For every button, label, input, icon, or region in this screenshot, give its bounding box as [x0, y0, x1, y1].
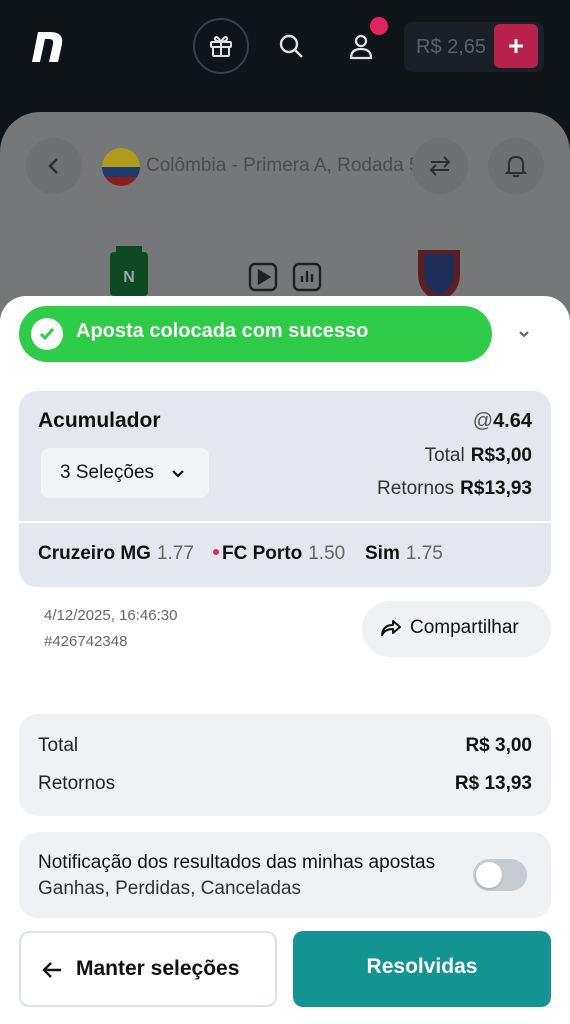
total-odds: @4.64 [473, 410, 532, 433]
bet-id: #426742348 [44, 633, 128, 650]
notification-badge [370, 17, 388, 35]
selection-name: FC Porto [222, 543, 303, 564]
chevron-left-icon [48, 158, 58, 174]
search-icon [279, 34, 303, 58]
summary-returns-label: Retornos [38, 773, 116, 794]
notification-toggle[interactable] [473, 859, 527, 891]
resolved-label: Resolvidas [366, 955, 478, 978]
selections-count: 3 Seleções [60, 462, 155, 483]
stats-icon[interactable] [292, 262, 322, 292]
summary-returns-value: R$ 13,93 [454, 773, 532, 794]
selection-name: Cruzeiro MG [38, 543, 151, 564]
svg-text:N: N [123, 269, 135, 286]
share-label: Compartilhar [410, 617, 519, 638]
returns-row: Retornos R$13,93 [377, 478, 532, 500]
notification-title: Notificação dos resultados das minhas ap… [38, 852, 436, 873]
collapse-button[interactable] [508, 318, 540, 350]
switch-match-button[interactable] [412, 138, 468, 194]
brand-logo[interactable] [28, 26, 68, 66]
selection-odd: 1.50 [308, 543, 346, 564]
selections-dropdown[interactable]: 3 Seleções [41, 448, 209, 498]
user-icon [349, 34, 373, 60]
league-title[interactable]: Colômbia - Primera A, Rodada 5 [146, 155, 420, 177]
selection-name: Sim [365, 543, 400, 564]
summary-total-label: Total [38, 735, 79, 756]
notification-subtitle: Ganhas, Perdidas, Canceladas [38, 878, 301, 899]
selection-item: Cruzeiro MG 1.77 [38, 543, 194, 565]
back-button[interactable] [26, 138, 82, 194]
stake-row: Total R$3,00 [425, 445, 532, 467]
selection-item: FC Porto 1.50 [213, 543, 345, 565]
odds-value: 4.64 [493, 410, 532, 432]
bet-timestamp: 4/12/2025, 16:46:30 [44, 607, 178, 624]
bet-receipt-sheet: Aposta colocada com sucesso Acumulador 3… [0, 296, 570, 1024]
video-icon[interactable] [248, 262, 278, 292]
stake-value: R$3,00 [470, 445, 532, 466]
balance-display[interactable]: R$ 2,65 [404, 22, 544, 72]
selection-odd: 1.77 [156, 543, 194, 564]
search-button[interactable] [263, 18, 319, 74]
result-notifications-setting: Notificação dos resultados das minhas ap… [19, 832, 551, 918]
share-icon [381, 620, 401, 636]
away-team-crest [418, 250, 460, 302]
share-button[interactable]: Compartilhar [362, 601, 551, 657]
plus-icon [509, 39, 523, 53]
success-toast: Aposta colocada com sucesso [19, 306, 492, 362]
selection-item: Sim 1.75 [365, 543, 443, 565]
returns-label: Retornos [377, 478, 455, 499]
gift-icon [210, 36, 232, 57]
toggle-knob [476, 862, 502, 888]
swap-icon [429, 156, 451, 176]
odds-prefix: @ [472, 410, 494, 432]
bet-type: Acumulador [38, 409, 161, 432]
gift-button[interactable] [193, 18, 249, 74]
home-team-crest: N [110, 246, 148, 296]
keep-selections-button[interactable]: Manter seleções [19, 931, 277, 1007]
resolved-button[interactable]: Resolvidas [293, 931, 551, 1007]
arrow-left-icon [42, 962, 61, 978]
check-circle-icon [31, 318, 63, 350]
selection-odd: 1.75 [405, 543, 443, 564]
summary-total-value: R$ 3,00 [465, 735, 532, 756]
balance-amount: R$ 2,65 [416, 36, 487, 58]
live-indicator [213, 548, 219, 555]
deposit-button[interactable] [494, 24, 538, 68]
bell-icon [505, 155, 527, 178]
top-bar: R$ 2,65 [0, 0, 570, 112]
returns-value: R$13,93 [460, 478, 532, 499]
selections-list: Cruzeiro MG 1.77 FC Porto 1.50 Sim 1.75 [19, 523, 551, 587]
chevron-down-icon [519, 331, 529, 338]
stake-label: Total [424, 445, 465, 466]
chevron-down-icon [172, 470, 184, 478]
toast-message: Aposta colocada com sucesso [76, 320, 369, 342]
keep-selections-label: Manter seleções [76, 957, 240, 980]
colombia-flag-icon [102, 148, 140, 186]
bet-card: Acumulador 3 Seleções @4.64 Total R$3,00 … [19, 391, 551, 587]
match-notifications-button[interactable] [488, 138, 544, 194]
bet-summary: Total R$ 3,00 Retornos R$ 13,93 [19, 714, 551, 816]
